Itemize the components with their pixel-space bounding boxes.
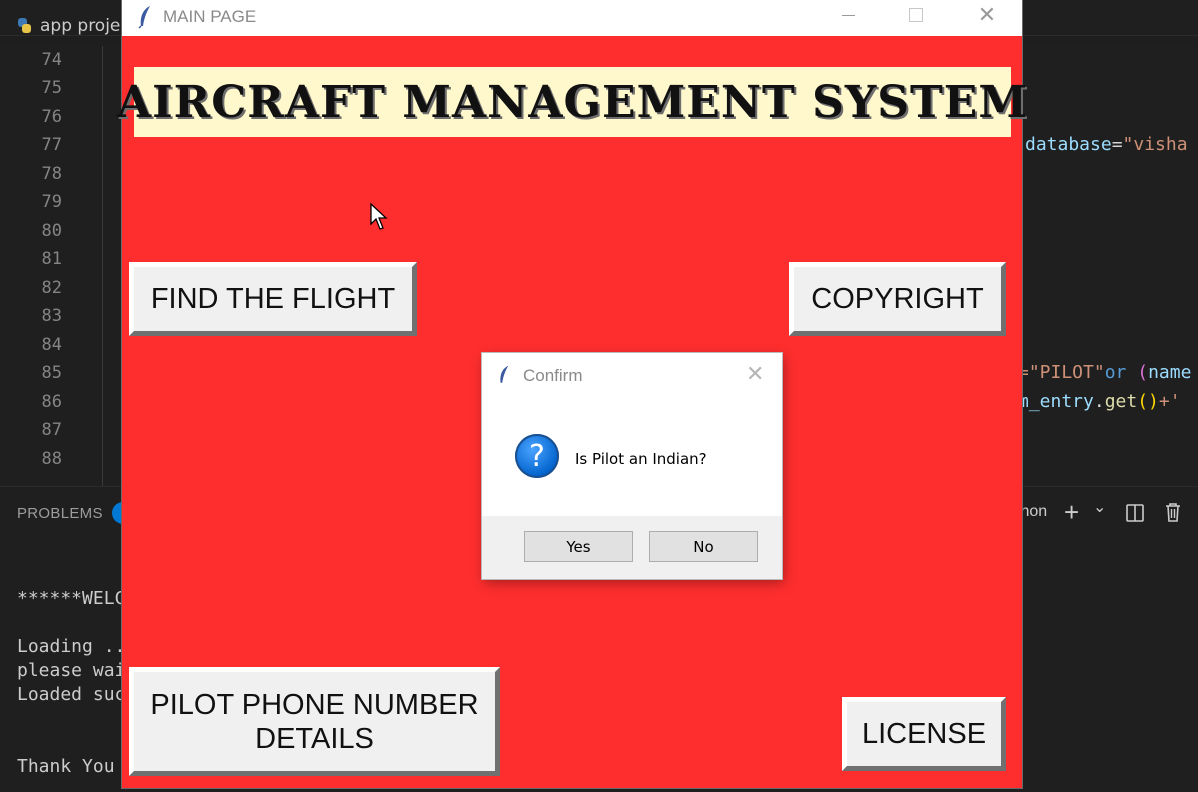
line-number: 75 <box>41 78 62 98</box>
line-number: 83 <box>41 306 62 326</box>
dialog-button-bar: Yes No <box>482 516 782 579</box>
line-number: 87 <box>41 420 62 440</box>
find-flight-button[interactable]: FIND THE FLIGHT <box>129 262 417 336</box>
dialog-close-icon[interactable]: ✕ <box>746 362 764 387</box>
line-number: 78 <box>41 164 62 184</box>
dialog-message: Is Pilot an Indian? <box>575 450 707 468</box>
question-icon: ? <box>515 434 559 478</box>
line-number: 88 <box>41 449 62 469</box>
find-flight-label: FIND THE FLIGHT <box>150 283 396 315</box>
tk-feather-icon <box>500 365 509 383</box>
terminal-line: Loaded suc <box>17 684 126 705</box>
code-line-86: m_entry.get()+' <box>1018 391 1181 412</box>
maximize-icon[interactable] <box>893 0 939 30</box>
dialog-title: Confirm <box>523 366 583 385</box>
terminal-line: Thank You <box>17 756 115 777</box>
copyright-button[interactable]: COPYRIGHT <box>789 262 1006 336</box>
app-title: AIRCRAFT MANAGEMENT SYSTEM <box>116 76 1029 128</box>
no-button[interactable]: No <box>649 531 758 562</box>
main-window-title: MAIN PAGE <box>163 7 257 26</box>
line-number: 82 <box>41 278 62 298</box>
confirm-dialog: Confirm ✕ ? Is Pilot an Indian? Yes No <box>482 353 782 579</box>
new-terminal-plus-icon[interactable]: + <box>1064 497 1079 528</box>
line-number: 74 <box>41 50 62 70</box>
line-number: 81 <box>41 249 62 269</box>
editor-tab[interactable]: app proje <box>0 12 120 40</box>
terminal-line: please wai <box>17 660 126 681</box>
license-label: LICENSE <box>861 718 987 750</box>
yes-button[interactable]: Yes <box>524 531 633 562</box>
terminal-line: Loading .. <box>17 636 126 657</box>
code-line-85: ="PILOT"or (name <box>1018 362 1192 383</box>
line-number: 86 <box>41 392 62 412</box>
indent-guide <box>102 46 103 486</box>
terminal-line: ******WELC <box>17 588 126 609</box>
pilot-phone-details-button[interactable]: PILOT PHONE NUMBER DETAILS <box>129 667 500 776</box>
pilot-phone-label-line1: PILOT PHONE NUMBER <box>150 688 479 721</box>
pilot-phone-label-line2: DETAILS <box>255 722 374 755</box>
editor-tab-label: app proje <box>40 16 121 36</box>
mouse-pointer-icon <box>370 203 388 230</box>
copyright-label: COPYRIGHT <box>811 283 984 315</box>
main-window-titlebar[interactable]: MAIN PAGE ✕ <box>122 0 1022 36</box>
python-file-icon <box>16 18 32 34</box>
chevron-down-icon[interactable]: ⌄ <box>1093 497 1106 517</box>
split-terminal-icon[interactable] <box>1126 504 1144 522</box>
trash-icon[interactable] <box>1164 502 1182 523</box>
tk-feather-icon <box>138 6 150 29</box>
line-number: 80 <box>41 221 62 241</box>
code-line-77: database="visha <box>1025 134 1188 155</box>
line-number: 76 <box>41 107 62 127</box>
close-icon[interactable]: ✕ <box>964 0 1010 30</box>
minimize-icon[interactable] <box>825 0 871 30</box>
line-number: 85 <box>41 363 62 383</box>
license-button[interactable]: LICENSE <box>842 697 1006 771</box>
line-number: 84 <box>41 335 62 355</box>
problems-tab[interactable]: PROBLEMS <box>17 505 103 522</box>
app-title-banner: AIRCRAFT MANAGEMENT SYSTEM <box>117 67 1027 137</box>
line-number: 79 <box>41 192 62 212</box>
line-number: 77 <box>41 135 62 155</box>
